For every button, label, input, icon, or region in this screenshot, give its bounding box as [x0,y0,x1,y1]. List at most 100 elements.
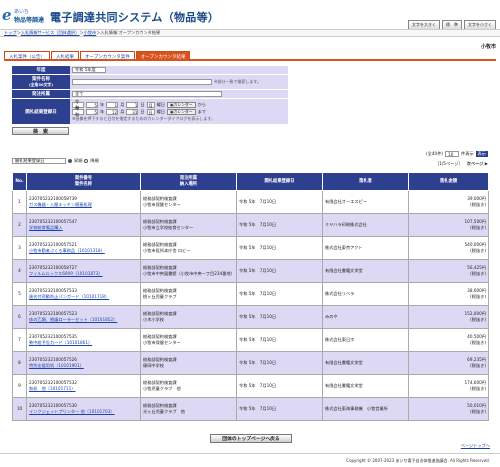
case-name-link[interactable]: 歯名付荷動防止パンガード（10101718） [29,294,138,300]
month-unit: 月 [120,101,125,107]
calendar-to-button[interactable]: ▣ カレンダー [167,108,196,115]
sort-asc-label: 昇順 [74,158,83,163]
breadcrumb-city[interactable]: 小牧市 [84,30,97,35]
results-table: No. 案件番号 案件名称 発注所属 納入場所 開札結果登録日 落札者 落札金額… [12,172,489,421]
case-name-link[interactable]: 和机 他（10101711） [29,386,138,392]
delivery-place: 桃ヶ丘児童クラブ [143,294,177,299]
delivery-place: 篠岡中学校 [143,363,164,368]
row-case: 230705232100058739 ガス機器・入間キッチン廃棄処理 [26,190,141,214]
col-case: 案件番号 案件名称 [26,172,141,191]
year-from-input[interactable]: 5 [86,101,98,108]
sort-desc-radio[interactable] [84,159,89,163]
city-name: 小牧市 [480,44,496,50]
case-name-link[interactable]: 特別支援用机（10101901） [29,363,138,369]
calendar-label: カレンダー [173,101,193,107]
col-date: 開札結果登録日 [236,172,323,191]
breadcrumb-top[interactable]: トップ [4,30,17,35]
weekday-unit: 曜日 [156,101,165,107]
case-name-link[interactable]: 学校給食備品購入 [29,225,138,231]
month-from-input[interactable]: 1 [106,101,119,108]
row-no: 2 [12,213,27,237]
year-to-input[interactable]: 5 [86,108,98,115]
table-row: 2 230705232100057547 学校給食備品購入 総務部契約検査課 小牧市立学… [12,213,489,237]
table-header-row: No. 案件番号 案件名称 発注所属 納入場所 開札結果登録日 落札者 落札金額 [12,172,489,191]
copyright: Copyright © 2007-2023 あいち電子自治体推進協議会. All… [346,458,490,463]
row-amount: 174,000円 (税抜き) [408,374,489,398]
col-amount: 落札金額 [408,172,489,191]
row-amount: 38,600円 (税抜き) [408,282,489,306]
table-row: 4 230705232100058727 フィルムルックス6009（10101873… [12,259,489,283]
footer: Copyright © 2007-2023 あいち電子自治体推進協議会. All… [0,453,500,467]
row-winner: 有限会社書籍文栄堂 [322,259,409,283]
per-page-select[interactable]: 10 [445,151,460,157]
logo-bottom-text: 物品等調達 [14,17,45,24]
row-amount: 40,500円 (税抜き) [408,328,489,352]
row-date: 令和 5年 7月10日 [236,328,323,352]
page-top-link[interactable]: ページトップへ [461,443,490,449]
case-name-link[interactable]: 体の乙類、根議ローラーセット（10101852） [29,317,138,323]
month-unit: 月 [120,108,125,114]
row-amount: 107,500円 (税抜き) [408,213,489,237]
case-name-input[interactable] [72,79,212,85]
row-dept: 総務部契約検査課 小牧市保健センター [140,328,237,352]
row-amount: 69,235円 (税抜き) [408,351,489,375]
weekday-from-display: 月 [146,101,155,108]
row-no: 4 [12,259,27,283]
date-to: 令和 5年 12 月 31 日 日曜日 ▣ カレンダー まで [72,106,206,117]
breadcrumb-bid-service[interactable]: 入札情報サービス（団体選択） [21,30,80,35]
weekday-to-display: 日 [146,108,155,115]
calendar-from-button[interactable]: ▣ カレンダー [167,101,196,108]
search-button[interactable]: 検 索 [12,127,69,135]
next-page-link[interactable]: 次ページ ▶ [467,161,488,167]
row-date: 令和 5年 7月10日 [236,397,323,421]
case-name-link[interactable]: 小牧市勤者ぶくろ事務品（10101318） [29,248,138,254]
date-from-suffix: から [197,101,206,107]
row-no: 3 [12,236,27,260]
row-dept: 総務部契約検査課 小牧市立学校給食センター [140,213,237,237]
era-select-to[interactable]: 令和 [72,106,84,117]
result-count: (全40件) 10 件表示 表示 [426,151,488,157]
day-from-input[interactable]: 1 [126,101,139,108]
table-row: 1 230705232100058739 ガス機器・入間キッチン廃棄処理 総務部契約検… [12,190,489,214]
row-winner: 有限会社書籍文栄堂 [322,351,409,375]
sort-asc-radio[interactable] [68,159,72,163]
year-unit: 年 [100,108,105,114]
row-amount: 39,000円 (税抜き) [408,190,489,214]
sort-desc-label: 降順 [90,158,99,163]
row-winner: ミヤハラ印刷株式会社 [322,213,409,237]
year-select[interactable]: 令和 5年度 [72,67,106,73]
row-amount: 152,000円 (税抜き) [408,305,489,329]
day-to-input[interactable]: 31 [126,108,139,115]
amount-tax-note: (税抜き) [470,271,486,276]
breadcrumb-current: 入札情報:オープンカウンタ結果 [100,30,161,35]
case-name-link[interactable]: ガス機器・入間キッチン廃棄処理 [29,202,138,208]
dept-select[interactable]: 全て [72,91,222,97]
case-name-link[interactable]: インクジェットプリンター 他（10101703） [29,409,138,415]
site-logo[interactable]: e あいち 物品等調達 [2,6,48,24]
case-name-link[interactable]: フィルムルックス6009（10101873） [29,271,138,277]
col-no: No. [12,172,27,191]
sort-select[interactable]: 開札結果登録日 [12,158,66,164]
show-button[interactable]: 表示 [475,151,488,157]
row-date: 令和 5年 7月10日 [236,213,323,237]
date-label: 開札結果登録日 [12,99,70,124]
row-case: 230705232100057526 特別支援用机（10101901） [26,351,141,375]
row-case: 230705232100057547 学校給食備品購入 [26,213,141,237]
tab-underline [4,59,496,61]
row-dept: 総務部契約検査課 小木小学校 [140,305,237,329]
table-row: 8 230705232100057526 特別支援用机（10101901） 総務部契約… [12,351,489,375]
amount-tax-note: (税抜き) [470,248,486,253]
calendar-label: カレンダー [173,108,193,114]
weekday-unit: 曜日 [156,108,165,114]
sort-bar: 開札結果登録日 昇順 降順 [12,158,99,164]
row-no: 5 [12,282,27,306]
row-amount: 540,000円 (税抜き) [408,236,489,260]
case-name-note: ※部分一致で検索します。 [214,79,261,84]
row-date: 令和 5年 7月10日 [236,236,323,260]
month-to-input[interactable]: 12 [106,108,119,115]
table-row: 7 230705232100057535 勢中総予告カード（10101861） 総務部… [12,328,489,352]
delivery-place: 光ヶ丘児童クラブ 他 [143,409,185,414]
back-to-top-button[interactable]: 団体のトップページへ戻る [210,434,292,443]
case-name-link[interactable]: 勢中総予告カード（10101861） [29,340,138,346]
row-case: 230705232100057521 小牧市勤者ぶくろ事務品（10101318） [26,236,141,260]
